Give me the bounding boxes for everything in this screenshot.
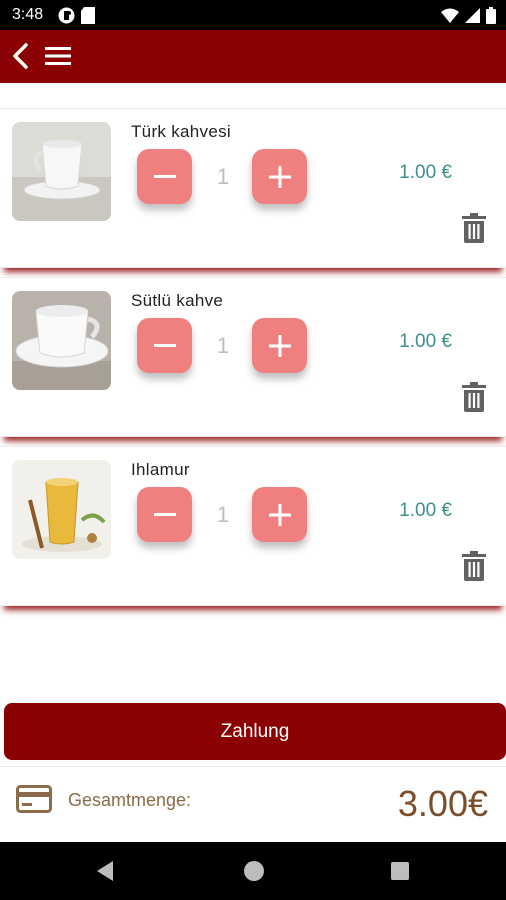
total-label: Gesamtmenge: (68, 790, 192, 810)
chevron-left-icon (13, 43, 28, 69)
increase-quantity-button[interactable] (252, 149, 307, 204)
trash-icon (462, 382, 486, 412)
credit-card-icon (16, 785, 52, 813)
minus-icon (153, 343, 176, 347)
nav-recents-icon[interactable] (391, 862, 409, 880)
cart-item: Sütlü kahve 1 1.00 € (0, 277, 506, 437)
nav-back-icon[interactable] (95, 860, 115, 882)
trash-icon (462, 213, 486, 243)
minus-icon (153, 512, 176, 516)
plus-icon (268, 165, 291, 188)
total-bar: Gesamtmenge: 3.00€ (0, 766, 506, 842)
delete-item-button[interactable] (459, 380, 489, 414)
product-name: Sütlü kahve (131, 291, 224, 310)
status-time: 3:48 (12, 6, 44, 23)
battery-icon (486, 7, 496, 24)
product-image (12, 291, 111, 390)
hamburger-menu-icon (45, 47, 71, 65)
sd-card-icon (81, 7, 95, 24)
decrease-quantity-button[interactable] (137, 487, 192, 542)
back-button[interactable] (6, 40, 34, 72)
signal-icon (465, 8, 480, 23)
nav-home-icon[interactable] (244, 861, 264, 881)
tea-glass-icon (12, 460, 111, 559)
delete-item-button[interactable] (459, 211, 489, 245)
quantity-value: 1 (216, 502, 230, 527)
product-name: Ihlamur (131, 460, 190, 479)
cart-item: Ihlamur 1 1.00 € (0, 446, 506, 606)
product-image (12, 122, 111, 221)
trash-icon (462, 551, 486, 581)
payment-button[interactable]: Zahlung (4, 703, 506, 760)
product-image (12, 460, 111, 559)
product-price: 1.00 € (399, 331, 452, 352)
increase-quantity-button[interactable] (252, 318, 307, 373)
cart-item: Türk kahvesi 1 1.00 € (0, 108, 506, 268)
app-notification-icon (58, 7, 75, 24)
delete-item-button[interactable] (459, 549, 489, 583)
quantity-value: 1 (216, 333, 230, 358)
system-nav-bar (0, 842, 506, 900)
product-name: Türk kahvesi (131, 122, 231, 141)
increase-quantity-button[interactable] (252, 487, 307, 542)
app-bar (0, 30, 506, 83)
minus-icon (153, 174, 176, 178)
total-amount: 3.00€ (397, 783, 488, 824)
decrease-quantity-button[interactable] (137, 149, 192, 204)
decrease-quantity-button[interactable] (137, 318, 192, 373)
milk-coffee-cup-icon (12, 291, 111, 390)
product-price: 1.00 € (399, 500, 452, 521)
wifi-icon (441, 8, 459, 23)
plus-icon (268, 334, 291, 357)
coffee-cup-icon (12, 122, 111, 221)
menu-button[interactable] (42, 40, 74, 72)
status-bar: 3:48 (0, 0, 506, 30)
product-price: 1.00 € (399, 162, 452, 183)
quantity-value: 1 (216, 164, 230, 189)
plus-icon (268, 503, 291, 526)
